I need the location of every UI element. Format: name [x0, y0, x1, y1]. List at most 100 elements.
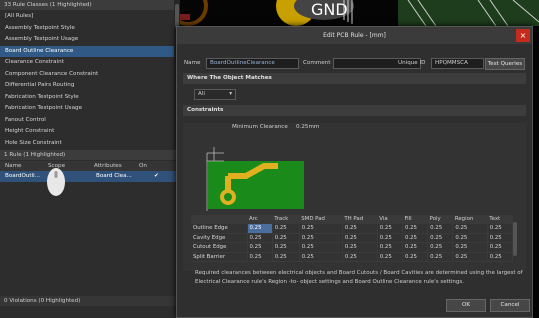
scope-select-value: All	[198, 91, 205, 97]
clearance-cell[interactable]: 0.25	[272, 242, 300, 253]
clearance-cell[interactable]: 0.25	[427, 242, 454, 253]
min-clearance-label: Minimum Clearance	[232, 124, 288, 130]
mouse-icon	[47, 168, 65, 196]
column-header	[191, 215, 247, 224]
table-row: Split Barrier 0.25 0.25 0.25 0.25 0.25 0.25 0.2…	[191, 252, 514, 262]
clearance-cell[interactable]: 0.25	[342, 242, 378, 253]
column-header: Track	[272, 215, 300, 224]
column-header: TH Pad	[342, 215, 378, 224]
clearance-cell[interactable]: 0.25	[342, 233, 378, 243]
clearance-cell[interactable]: 0.25	[377, 233, 403, 243]
unique-id-label: Unique ID	[398, 60, 426, 66]
clearance-cell[interactable]: 0.25	[402, 252, 429, 262]
clearance-cell[interactable]: 0.25	[299, 252, 343, 262]
column-header: Poly	[427, 215, 453, 224]
clearance-cell[interactable]: 0.25	[402, 233, 429, 243]
col-name[interactable]: Name	[5, 161, 22, 171]
chevron-down-icon: ▾	[229, 91, 232, 97]
scope-select[interactable]: All ▾	[194, 89, 236, 100]
clearance-table: Arc Track SMD Pad TH Pad Via Fill Poly R…	[191, 215, 514, 262]
clearance-cell[interactable]: 0.25	[452, 242, 488, 253]
ok-button[interactable]: OK	[446, 299, 486, 312]
clearance-cell[interactable]: 0.25	[487, 233, 514, 243]
rule-class-item[interactable]: [All Rules]	[0, 11, 178, 23]
rule-class-item[interactable]: Fabrication Testpoint Style	[0, 92, 178, 104]
clearance-cell[interactable]: 0.25	[377, 224, 403, 234]
rule-class-item-selected[interactable]: Board Outline Clearance	[0, 45, 178, 57]
rule-class-item[interactable]: Fanout Control	[0, 115, 178, 127]
clearance-cell[interactable]: 0.25	[377, 242, 403, 253]
rule-class-item[interactable]: Fabrication Testpoint Usage	[0, 103, 178, 115]
rule-attributes: Board Clea...	[96, 173, 132, 179]
min-clearance-value[interactable]: 0.25mm	[296, 124, 319, 130]
clearance-cell[interactable]: 0.25	[272, 252, 300, 262]
row-header: Split Barrier	[191, 252, 248, 262]
clearance-cell[interactable]: 0.25	[299, 224, 343, 234]
rule-class-item[interactable]: Height Constraint	[0, 126, 178, 138]
col-attributes[interactable]: Attributes	[94, 161, 122, 171]
clearance-cell[interactable]: 0.25	[452, 252, 488, 262]
clearance-cell[interactable]: 0.25	[452, 224, 488, 234]
gnd-silk-label: GND	[311, 0, 348, 19]
clearance-cell[interactable]: 0.25	[272, 224, 300, 234]
test-queries-button[interactable]: Test Queries	[485, 58, 525, 70]
clearance-cell[interactable]: 0.25	[247, 224, 273, 234]
rule-class-item[interactable]: Assembly Testpoint Usage	[0, 34, 178, 46]
clearance-cell[interactable]: 0.25	[299, 233, 343, 243]
clearance-cell[interactable]: 0.25	[487, 252, 514, 262]
rule-row[interactable]: BoardOutli... Board Clea... ✔	[0, 171, 178, 182]
where-object-matches-header: Where The Object Matches	[183, 73, 526, 84]
name-label: Name	[184, 60, 201, 66]
comment-label: Comment	[303, 60, 331, 66]
clearance-cell[interactable]: 0.25	[299, 242, 343, 253]
clearance-cell[interactable]: 0.25	[247, 233, 273, 243]
rules-panel: 1 Rule (1 Highlighted) Name Scope Attrib…	[0, 150, 178, 296]
clearance-cell[interactable]: 0.25	[247, 252, 273, 262]
clearance-cell[interactable]: 0.25	[342, 224, 378, 234]
rules-header: 1 Rule (1 Highlighted)	[0, 150, 178, 160]
close-button[interactable]: ×	[516, 29, 530, 42]
rule-classes-panel: 33 Rule Classes (1 Highlighted) [All Rul…	[0, 0, 178, 147]
clearance-cell[interactable]: 0.25	[427, 224, 454, 234]
table-row: Cutout Edge 0.25 0.25 0.25 0.25 0.25 0.25 0.25 0…	[191, 242, 514, 253]
rule-class-item[interactable]: Component Clearance Constraint	[0, 69, 178, 81]
clearance-cell[interactable]: 0.25	[452, 233, 488, 243]
column-header: SMD Pad	[299, 215, 343, 224]
pcb-rules-panel: 33 Rule Classes (1 Highlighted) [All Rul…	[0, 0, 180, 318]
rule-class-item[interactable]: Assembly Testpoint Style	[0, 23, 178, 35]
table-header-row: Arc Track SMD Pad TH Pad Via Fill Poly R…	[191, 215, 513, 224]
constraints-header: Constraints	[183, 105, 526, 116]
rule-name: BoardOutli...	[5, 173, 41, 179]
table-scrollbar[interactable]	[513, 222, 517, 256]
rule-class-item[interactable]: Clearance Constraint	[0, 57, 178, 69]
clearance-cell[interactable]: 0.25	[272, 233, 300, 243]
rule-on-checkbox[interactable]: ✔	[154, 171, 159, 182]
clearance-cell[interactable]: 0.25	[342, 252, 378, 262]
clearance-cell[interactable]: 0.25	[402, 224, 429, 234]
row-header: Outline Edge	[191, 224, 248, 234]
rule-description: Required clearances between electrical o…	[195, 270, 523, 285]
col-on[interactable]: On	[139, 161, 147, 171]
clearance-cell[interactable]: 0.25	[427, 233, 454, 243]
violations-header: 0 Violations (0 Highlighted)	[0, 296, 178, 306]
row-header: Cavity Edge	[191, 233, 248, 243]
clearance-cell[interactable]: 0.25	[377, 252, 403, 262]
close-icon: ×	[519, 31, 527, 40]
row-header: Cutout Edge	[191, 242, 248, 253]
unique-id-input[interactable]: HPQMMSCA	[431, 58, 484, 69]
column-header: Text	[487, 215, 513, 224]
clearance-cell[interactable]: 0.25	[247, 242, 273, 253]
rule-class-item[interactable]: Differential Pairs Routing	[0, 80, 178, 92]
clearance-cell[interactable]: 0.25	[487, 224, 514, 234]
column-header: Fill	[402, 215, 428, 224]
cancel-button[interactable]: Cancel	[490, 299, 530, 312]
column-header: Region	[452, 215, 488, 224]
table-row: Cavity Edge 0.25 0.25 0.25 0.25 0.25 0.25 0.25 0…	[191, 233, 514, 243]
clearance-cell[interactable]: 0.25	[427, 252, 454, 262]
clearance-cell[interactable]: 0.25	[402, 242, 429, 253]
edit-pcb-rule-dialog: Edit PCB Rule - [mm] × Name BoardOutline…	[176, 26, 533, 318]
clearance-cell[interactable]: 0.25	[487, 242, 514, 253]
column-header: Arc	[247, 215, 273, 224]
rule-class-item[interactable]: Hole Size Constraint	[0, 138, 178, 150]
name-input[interactable]: BoardOutlineClearance	[206, 58, 299, 69]
